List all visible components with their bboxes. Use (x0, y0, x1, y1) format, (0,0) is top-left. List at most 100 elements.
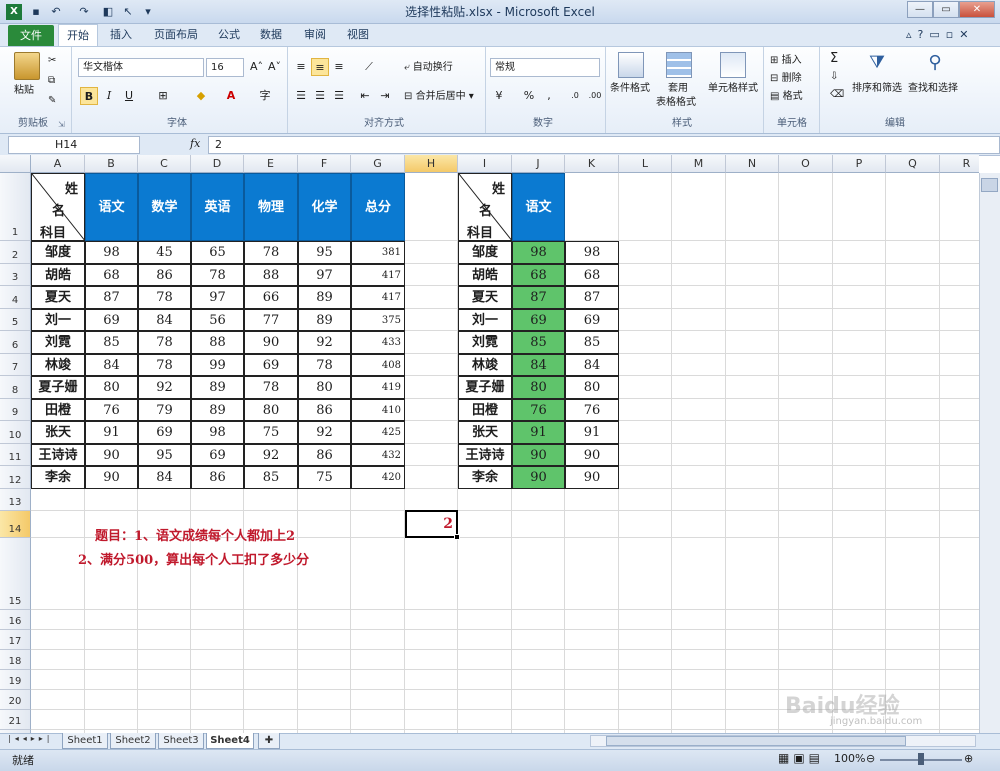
copy-icon[interactable]: ⧉ (48, 74, 55, 87)
sort-filter-label[interactable]: 排序和筛选 (852, 82, 902, 95)
table1-value-cell[interactable]: 69 (244, 353, 298, 376)
table1-value-cell[interactable]: 98 (191, 421, 244, 444)
table1-value-cell[interactable]: 78 (244, 241, 298, 264)
table1-value-cell[interactable]: 86 (191, 466, 244, 489)
table2-copy-cell[interactable]: 98 (565, 241, 619, 264)
table1-value-cell[interactable]: 88 (244, 263, 298, 286)
table2-chinese-cell[interactable]: 87 (512, 286, 565, 309)
align-center-icon[interactable]: ☰ (311, 87, 329, 105)
row-header-14[interactable]: 14 (0, 511, 31, 538)
table2-copy-cell[interactable]: 85 (565, 331, 619, 354)
table1-value-cell[interactable]: 419 (351, 376, 405, 399)
row-header-8[interactable]: 8 (0, 376, 31, 399)
tab-file[interactable]: 文件 (8, 25, 54, 46)
column-header-R[interactable]: R (940, 155, 979, 173)
table1-value-cell[interactable]: 408 (351, 353, 405, 376)
table1-value-cell[interactable]: 90 (244, 331, 298, 354)
row-header-18[interactable]: 18 (0, 650, 31, 670)
column-header-A[interactable]: A (31, 155, 85, 173)
column-header-O[interactable]: O (779, 155, 833, 173)
cut-icon[interactable]: ✂ (48, 54, 56, 67)
table1-value-cell[interactable]: 92 (298, 421, 351, 444)
table1-value-cell[interactable]: 92 (138, 376, 191, 399)
table1-header-1[interactable]: 语文 (85, 173, 138, 241)
table1-value-cell[interactable]: 432 (351, 443, 405, 466)
table1-value-cell[interactable]: 78 (191, 263, 244, 286)
row-header-13[interactable]: 13 (0, 488, 31, 511)
table2-copy-cell[interactable]: 87 (565, 286, 619, 309)
table1-value-cell[interactable]: 85 (85, 331, 138, 354)
sort-filter-icon[interactable]: ⧩ (864, 52, 890, 78)
table1-value-cell[interactable]: 90 (85, 443, 138, 466)
align-top-icon[interactable]: ≡ (292, 58, 310, 76)
table1-value-cell[interactable]: 69 (85, 308, 138, 331)
row-header-3[interactable]: 3 (0, 263, 31, 286)
table1-value-cell[interactable]: 425 (351, 421, 405, 444)
phonetic-icon[interactable]: 字 (256, 87, 274, 105)
table1-value-cell[interactable]: 420 (351, 466, 405, 489)
table1-header-3[interactable]: 英语 (191, 173, 244, 241)
table1-value-cell[interactable]: 78 (244, 376, 298, 399)
row-header-1[interactable]: 1 (0, 173, 31, 241)
align-bottom-icon[interactable]: ≡ (330, 58, 348, 76)
table1-name-cell[interactable]: 王诗诗 (31, 443, 85, 466)
table1-value-cell[interactable]: 91 (85, 421, 138, 444)
table2-chinese-cell[interactable]: 90 (512, 466, 565, 489)
row-header-17[interactable]: 17 (0, 630, 31, 650)
paste-icon[interactable] (14, 52, 40, 80)
table2-copy-cell[interactable]: 90 (565, 443, 619, 466)
select-all-corner[interactable] (0, 155, 31, 173)
table1-name-cell[interactable]: 刘霓 (31, 331, 85, 354)
table1-header-2[interactable]: 数学 (138, 173, 191, 241)
row-header-7[interactable]: 7 (0, 353, 31, 376)
table1-value-cell[interactable]: 79 (138, 398, 191, 421)
table1-value-cell[interactable]: 84 (85, 353, 138, 376)
row-header-10[interactable]: 10 (0, 421, 31, 444)
sheet-nav-arrows-icon[interactable]: |◂◂▸▸| (8, 734, 53, 743)
row-header-5[interactable]: 5 (0, 308, 31, 331)
column-header-J[interactable]: J (512, 155, 565, 173)
column-header-G[interactable]: G (351, 155, 405, 173)
shrink-font-icon[interactable]: A˅ (268, 60, 281, 73)
tab-data[interactable]: 数据 (254, 24, 288, 46)
table1-name-cell[interactable]: 李余 (31, 466, 85, 489)
bold-button[interactable]: B (80, 87, 98, 105)
underline-button[interactable]: U (120, 87, 138, 105)
table2-chinese-cell[interactable]: 76 (512, 398, 565, 421)
conditional-format-icon[interactable] (618, 52, 644, 78)
table2-copy-cell[interactable]: 90 (565, 466, 619, 489)
row-header-11[interactable]: 11 (0, 443, 31, 466)
increase-decimal-icon[interactable]: .0 (566, 87, 584, 105)
table1-name-cell[interactable]: 夏天 (31, 286, 85, 309)
grow-font-icon[interactable]: A˄ (250, 60, 263, 73)
table2-copy-cell[interactable]: 76 (565, 398, 619, 421)
zoom-in-icon[interactable]: ⊕ (964, 752, 973, 765)
column-header-N[interactable]: N (726, 155, 779, 173)
table1-name-cell[interactable]: 夏子姗 (31, 376, 85, 399)
format-painter-icon[interactable]: ✎ (48, 94, 56, 107)
fx-icon[interactable]: fx (190, 137, 200, 150)
font-size-combo[interactable]: 16 (206, 58, 244, 77)
currency-icon[interactable]: ¥ (490, 87, 508, 105)
table1-header-4[interactable]: 物理 (244, 173, 298, 241)
row-header-4[interactable]: 4 (0, 286, 31, 309)
table2-name-cell[interactable]: 李余 (458, 466, 512, 489)
percent-icon[interactable]: % (520, 87, 538, 105)
table1-value-cell[interactable]: 417 (351, 286, 405, 309)
table1-value-cell[interactable]: 410 (351, 398, 405, 421)
comma-icon[interactable]: , (540, 87, 558, 105)
horizontal-scroll-thumb[interactable] (606, 736, 906, 746)
column-header-L[interactable]: L (619, 155, 672, 173)
table2-chinese-cell[interactable]: 90 (512, 443, 565, 466)
table2-name-cell[interactable]: 王诗诗 (458, 443, 512, 466)
table1-name-cell[interactable]: 田橙 (31, 398, 85, 421)
table1-value-cell[interactable]: 84 (138, 466, 191, 489)
merge-center-button[interactable]: ⊟ 合并后居中 ▾ (404, 90, 474, 103)
table1-value-cell[interactable]: 85 (244, 466, 298, 489)
table1-value-cell[interactable]: 92 (298, 331, 351, 354)
help-controls[interactable]: ▵?▭▫✕ (906, 28, 996, 44)
table2-name-cell[interactable]: 夏天 (458, 286, 512, 309)
tab-home[interactable]: 开始 (58, 24, 98, 47)
tab-formulas[interactable]: 公式 (212, 24, 246, 46)
table1-value-cell[interactable]: 78 (138, 286, 191, 309)
